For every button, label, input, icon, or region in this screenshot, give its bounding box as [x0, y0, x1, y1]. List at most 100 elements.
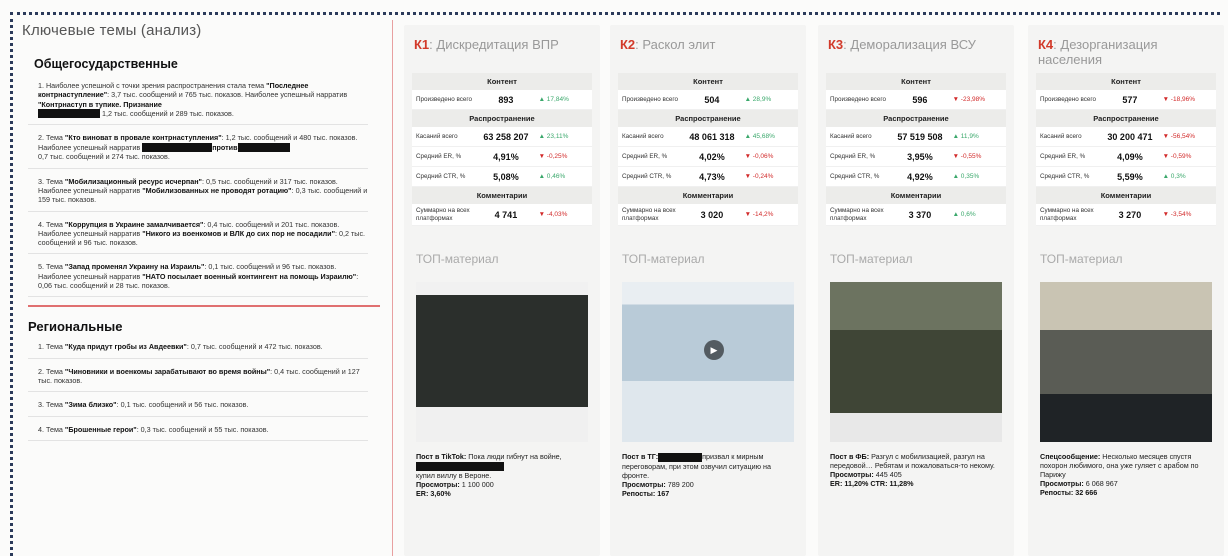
regional-theme-item: 3. Тема "Зима близко": 0,1 тыс. сообщени… [28, 400, 368, 417]
metric-value: 3,95% [907, 151, 933, 162]
card-title: К4: Дезорганизация населения [1028, 25, 1224, 73]
metric-label: Суммарно на всех платформах [830, 207, 884, 222]
metric-row: Касаний всего 57 519 508 ▲ 11,9% [826, 127, 1006, 147]
item-text: 1. Тема [38, 342, 65, 352]
caption-label: Пост в ФБ: [830, 452, 870, 461]
comments-header: Комментарии [826, 187, 1006, 204]
metric-value: 893 [498, 94, 514, 105]
top-material-image [416, 282, 588, 442]
views-value: 6 068 967 [1083, 479, 1118, 488]
item-text: 2. Тема [38, 133, 65, 143]
caption-label: Спецсообщение: [1040, 452, 1101, 461]
top-material-label: ТОП-материал [622, 252, 705, 266]
national-theme-item: 3. Тема "Мобилизационный ресурс исчерпан… [28, 177, 368, 212]
metric-change: ▼ -14,2% [744, 211, 774, 218]
caption-label: Пост в TГ: [622, 452, 659, 461]
item-text: 2. Тема [38, 366, 65, 376]
metric-value: 577 [1122, 94, 1138, 105]
spread-header: Распространение [826, 110, 1006, 127]
top-material-image [830, 282, 1002, 442]
redaction-block [142, 143, 213, 153]
metric-label: Произведено всего [416, 95, 473, 103]
metric-row: Произведено всего 596 ▼ -23,98% [826, 90, 1006, 110]
metric-label: Произведено всего [1040, 95, 1097, 103]
metric-change: ▼ -23,98% [952, 96, 986, 103]
metric-row: Средний CTR, % 4,73% ▼ -0,24% [618, 167, 798, 187]
caption-text: купил виллу в Вероне. [416, 470, 492, 480]
metric-label: Средний CTR, % [830, 172, 880, 180]
item-text: 4. Тема [38, 424, 65, 434]
metric-change: ▼ -0,24% [744, 173, 774, 180]
redaction-block [38, 109, 100, 119]
metric-label: Средний CTR, % [622, 172, 672, 180]
card-code: К3 [828, 37, 844, 52]
metric-change: ▲ 17,84% [538, 96, 569, 103]
item-text: 1. Наиболее успешной с точки зрения расп… [38, 81, 267, 90]
metric-change: ▼ -56,54% [1162, 133, 1196, 140]
spread-header: Распространение [412, 110, 592, 127]
metric-label: Суммарно на всех платформах [1040, 207, 1094, 222]
metric-label: Средний ER, % [830, 152, 876, 160]
metric-row: Суммарно на всех платформах 3 270 ▼ -3,54% [1036, 204, 1216, 226]
metric-label: Суммарно на всех платформах [416, 207, 470, 222]
card-code: К4 [1038, 37, 1054, 52]
metric-label: Касаний всего [622, 132, 664, 140]
theme-name: "Зима близко" [64, 400, 117, 410]
comments-header: Комментарии [412, 187, 592, 204]
metric-change: ▲ 11,9% [952, 133, 979, 140]
metric-change: ▲ 0,3% [1162, 173, 1186, 180]
theme-name: "Мобилизационный ресурс исчерпан" [64, 176, 202, 186]
metrics-table: Контент Произведено всего 577 ▼ -18,96% Расп… [1036, 73, 1216, 226]
content-header: Контент [1036, 73, 1216, 90]
metric-row: Касаний всего 30 200 471 ▼ -56,54% [1036, 127, 1216, 147]
extra-metric: Репосты: 167 [622, 488, 670, 498]
top-material-label: ТОП-материал [416, 252, 499, 266]
views-label: Просмотры: [830, 470, 874, 479]
narrative-name: "Контрнаступ в тупике. Признание [38, 99, 162, 109]
caption-text: Пока люди гибнут на войне, [466, 452, 562, 461]
national-theme-item: 5. Тема "Запад променял Украину на Израи… [28, 262, 368, 298]
extra-metric: ER: 3,60% [416, 488, 451, 498]
metric-change: ▼ -3,54% [1162, 211, 1192, 218]
metric-value: 57 519 508 [897, 131, 943, 142]
card-code: К1 [414, 37, 430, 52]
metric-row: Средний ER, % 4,91% ▼ -0,25% [412, 147, 592, 167]
redaction-block [237, 143, 290, 153]
metric-label: Средний CTR, % [1040, 172, 1090, 180]
metric-change: ▼ -4,03% [538, 211, 568, 218]
metric-value: 5,08% [493, 171, 519, 182]
regional-theme-item: 1. Тема "Куда придут гробы из Авдеевки":… [28, 342, 368, 359]
metrics-table: Контент Произведено всего 504 ▲ 28,9% Распро… [618, 73, 798, 226]
card-title: К1: Дискредитация ВПР [404, 25, 600, 73]
metric-change: ▼ -0,55% [952, 153, 982, 160]
metric-value: 3 370 [908, 209, 932, 220]
metric-label: Произведено всего [830, 95, 887, 103]
item-text: : 0,7 тыс. сообщений и 472 тыс. показов. [186, 342, 323, 352]
content-header: Контент [618, 73, 798, 90]
theme-name: "Запад променял Украину на Израиль" [64, 262, 205, 272]
metric-row: Произведено всего 577 ▼ -18,96% [1036, 90, 1216, 110]
metric-label: Произведено всего [622, 95, 679, 103]
metric-value: 5,59% [1117, 171, 1143, 182]
metric-value: 4,91% [493, 151, 519, 162]
top-material-caption: Пост в ФБ: Разгул с мобилизацией, разгул… [818, 442, 1014, 488]
metric-row: Суммарно на всех платформах 3 020 ▼ -14,2% [618, 204, 798, 226]
theme-name: "Куда придут гробы из Авдеевки" [64, 342, 187, 352]
narrative-name: "НАТО посылает военный контингент на пом… [142, 271, 357, 281]
card-name: : Дезорганизация населения [1038, 37, 1158, 67]
views-label: Просмотры: [1040, 479, 1084, 488]
card-title: К2: Раскол элит [610, 25, 806, 73]
metric-change: ▲ 0,6% [952, 211, 976, 218]
top-material-caption: Пост в TikTok: Пока люди гибнут на войне… [404, 442, 600, 498]
item-text: 3. Тема [38, 176, 65, 186]
card-code: К2 [620, 37, 636, 52]
metrics-table: Контент Произведено всего 596 ▼ -23,98% Расп… [826, 73, 1006, 226]
metric-label: Средний ER, % [622, 152, 668, 160]
campaign-card: К4: Дезорганизация населения Контент Произ… [1028, 25, 1224, 556]
caption-label: Пост в TikTok: [416, 452, 467, 461]
metric-value: 504 [704, 94, 720, 105]
metric-value: 63 258 207 [483, 131, 529, 142]
metric-row: Средний CTR, % 4,92% ▲ 0,35% [826, 167, 1006, 187]
metric-value: 596 [912, 94, 928, 105]
play-icon: ▶ [704, 340, 724, 360]
